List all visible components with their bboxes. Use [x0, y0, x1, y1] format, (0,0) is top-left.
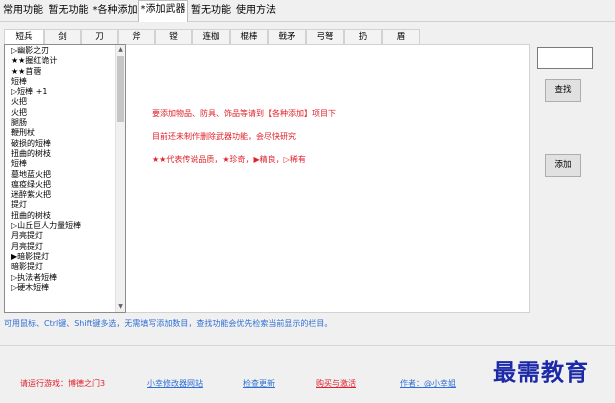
tab-tang[interactable]: 镗 — [155, 29, 192, 44]
check-update-link[interactable]: 检查更新 — [243, 378, 275, 389]
list-scrollbar[interactable]: ▲ ▼ — [115, 45, 125, 312]
scroll-up-icon[interactable]: ▲ — [116, 45, 125, 55]
list-item[interactable]: ★★苜蓿 — [11, 67, 125, 77]
tab-flail[interactable]: 连枷 — [192, 29, 230, 44]
info-line-rarity: ★★代表传说品质，★珍奇，▶精良，▷稀有 — [152, 155, 306, 164]
list-item[interactable]: 提灯 — [11, 200, 125, 210]
list-item[interactable]: 短棒 — [11, 159, 125, 169]
main-tab-bar: 常用功能 暂无功能 *各种添加 *添加武器 暂无功能 使用方法 — [0, 0, 615, 22]
list-item[interactable]: 火把 — [11, 108, 125, 118]
search-input[interactable] — [537, 47, 593, 69]
game-status: 请运行游戏：博德之门3 — [20, 379, 106, 388]
list-item[interactable]: 月亮提灯 — [11, 242, 125, 252]
tab-axe[interactable]: 斧 — [118, 29, 155, 44]
buy-activate-link[interactable]: 购买与激活 — [316, 378, 356, 389]
tab-add-various[interactable]: *各种添加 — [92, 2, 138, 21]
list-item[interactable]: 扭曲的树枝 — [11, 149, 125, 159]
tab-throw[interactable]: 扔 — [344, 29, 382, 44]
tab-no-function-2[interactable]: 暂无功能 — [189, 2, 233, 21]
search-button[interactable]: 查找 — [545, 79, 581, 102]
list-item[interactable]: ▷硬木短棒 — [11, 283, 125, 293]
list-item[interactable]: ▷山丘巨人力量短棒 — [11, 221, 125, 231]
list-item[interactable]: 瘟疫绿火把 — [11, 180, 125, 190]
weapon-list-items: ▷幽影之刃 ★★握红诡计 ★★苜蓿 短棒 ▷短棒 +1 火把 火把 腿肠 鞭刑杖 破损的短棒 扭曲的… — [5, 45, 125, 293]
list-item[interactable]: 月亮提灯 — [11, 231, 125, 241]
tab-blade[interactable]: 刀 — [81, 29, 118, 44]
tab-bow[interactable]: 弓弩 — [306, 29, 344, 44]
list-item[interactable]: 墓地蓝火把 — [11, 170, 125, 180]
scroll-down-icon[interactable]: ▼ — [116, 302, 125, 312]
list-item[interactable]: ▷执法者短棒 — [11, 273, 125, 283]
tab-add-weapons[interactable]: *添加武器 — [138, 0, 188, 22]
tab-usage[interactable]: 使用方法 — [234, 2, 278, 21]
list-item[interactable]: 迷醉紫火把 — [11, 190, 125, 200]
tab-sword[interactable]: 剑 — [44, 29, 81, 44]
weapon-list[interactable]: ▷幽影之刃 ★★握红诡计 ★★苜蓿 短棒 ▷短棒 +1 火把 火把 腿肠 鞭刑杖 破损的短棒 扭曲的… — [4, 44, 126, 313]
list-item[interactable]: 破损的短棒 — [11, 139, 125, 149]
list-item[interactable]: 火把 — [11, 97, 125, 107]
tab-common-functions[interactable]: 常用功能 — [2, 2, 44, 21]
watermark: 最需教育 — [493, 359, 589, 386]
info-panel: 要添加物品、防具、饰品等请到【各种添加】项目下 目前还未制作删除武器功能，会尽快… — [126, 44, 530, 313]
scroll-thumb[interactable] — [117, 56, 124, 122]
list-item[interactable]: ★★握红诡计 — [11, 56, 125, 66]
list-item[interactable]: ▷短棒 +1 — [11, 87, 125, 97]
list-item[interactable]: ▷幽影之刃 — [11, 46, 125, 56]
list-item[interactable]: 暗影提灯 — [11, 262, 125, 272]
list-item[interactable]: 鞭刑杖 — [11, 128, 125, 138]
list-item[interactable]: 腿肠 — [11, 118, 125, 128]
list-item[interactable]: 扭曲的树枝 — [11, 211, 125, 221]
tab-staff[interactable]: 棍棒 — [230, 29, 268, 44]
tab-short-weapons[interactable]: 短兵 — [4, 29, 44, 45]
list-item[interactable]: 短棒 — [11, 77, 125, 87]
tab-shield[interactable]: 盾 — [382, 29, 420, 44]
usage-hint: 可用鼠标、Ctrl键、Shift键多选，无需填写添加数目，查找功能会优先检索当前… — [4, 319, 333, 328]
add-button[interactable]: 添加 — [545, 154, 581, 177]
tab-spear[interactable]: 戟矛 — [268, 29, 306, 44]
info-line-delete: 目前还未制作删除武器功能，会尽快研究 — [152, 132, 296, 141]
list-item[interactable]: ▶暗影提灯 — [11, 252, 125, 262]
author-link[interactable]: 作者：@小幸姐 — [400, 378, 456, 389]
website-link[interactable]: 小幸修改器网站 — [147, 378, 203, 389]
weapon-category-tabs: 短兵 剑 刀 斧 镗 连枷 棍棒 戟矛 弓弩 扔 盾 — [4, 29, 536, 45]
tab-no-function-1[interactable]: 暂无功能 — [46, 2, 91, 21]
info-line-add-items: 要添加物品、防具、饰品等请到【各种添加】项目下 — [152, 109, 336, 118]
